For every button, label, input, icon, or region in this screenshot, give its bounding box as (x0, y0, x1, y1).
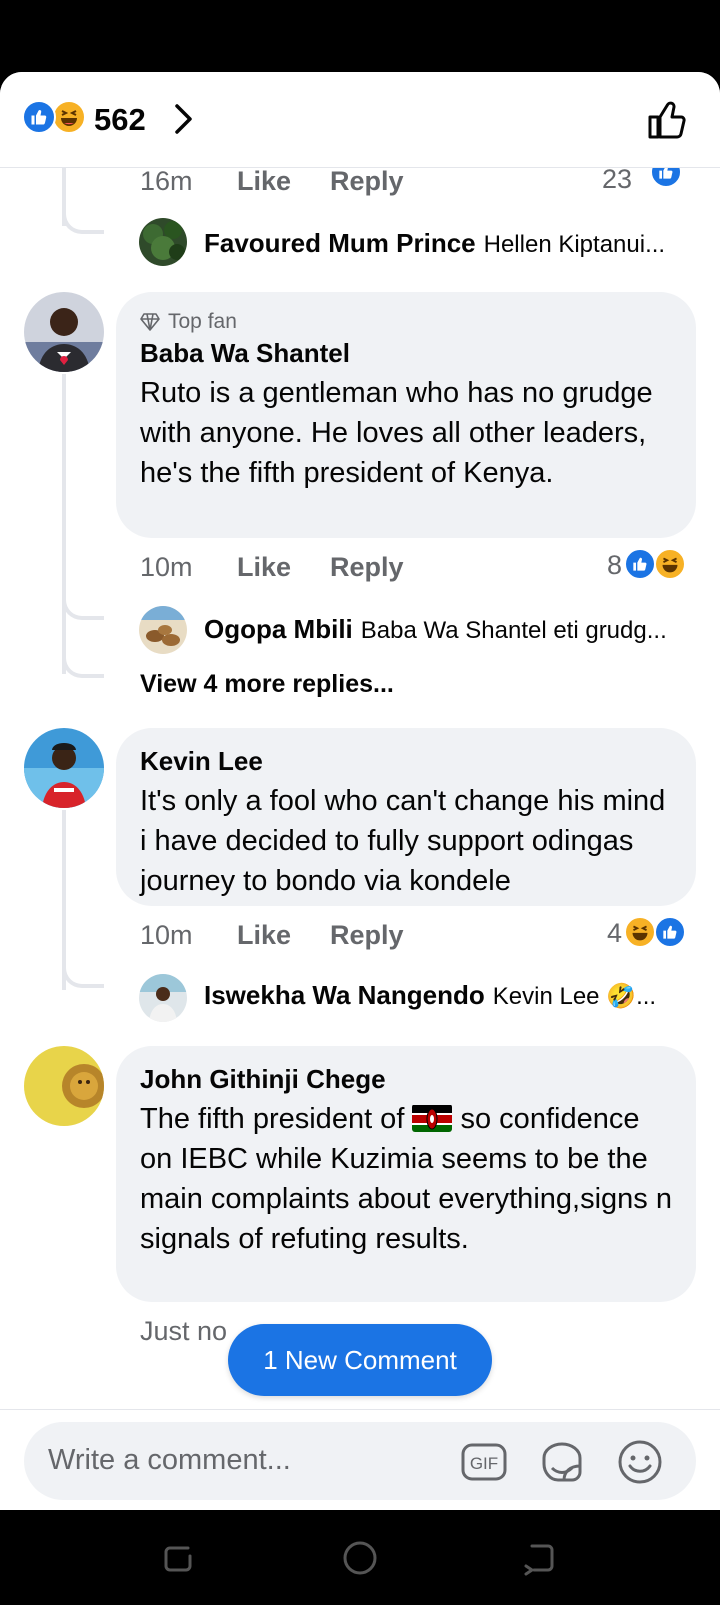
comment-actions: 16m Like Reply 23 (140, 168, 700, 202)
reply-author: Ogopa Mbili (204, 614, 353, 644)
reply-link[interactable]: Reply (330, 552, 404, 583)
sticker-icon[interactable] (538, 1438, 586, 1486)
reply-preview[interactable]: Favoured Mum Prince Hellen Kiptanui... (204, 228, 694, 268)
reaction-count[interactable]: 4 (607, 918, 622, 949)
kenya-flag-emoji (412, 1104, 453, 1132)
avatar[interactable] (24, 292, 104, 372)
home-icon[interactable] (342, 1540, 378, 1576)
like-link[interactable]: Like (237, 552, 291, 583)
avatar[interactable] (139, 974, 187, 1022)
thread-connector (62, 654, 104, 678)
haha-icon (654, 548, 686, 580)
comment-time: Just no (140, 1316, 228, 1346)
reaction-count[interactable]: 23 (602, 168, 632, 195)
status-bar (0, 0, 720, 72)
comment-bubble[interactable]: Top fan Baba Wa Shantel Ruto is a gentle… (116, 292, 696, 538)
thread-connector (62, 966, 104, 988)
recent-apps-icon[interactable] (160, 1540, 196, 1576)
gif-icon[interactable]: GIF (460, 1438, 508, 1486)
comment-author[interactable]: Baba Wa Shantel (140, 338, 672, 369)
comment-actions: 10m Like Reply 8 (140, 548, 700, 588)
reply-preview[interactable]: Ogopa Mbili Baba Wa Shantel eti grudg... (204, 614, 694, 654)
reaction-count[interactable]: 562 (94, 102, 146, 138)
system-navigation-bar (0, 1510, 720, 1605)
like-icon (624, 548, 656, 580)
like-icon (654, 916, 686, 948)
comments-sheet: 562 16m Like Reply 23 Favoured Mum Princ… (0, 72, 720, 1510)
comment-input[interactable]: Write a comment... GIF (24, 1422, 696, 1500)
emoji-icon[interactable] (616, 1438, 664, 1486)
reply-text: Baba Wa Shantel eti grudg... (360, 617, 667, 644)
comment-time: 16m (140, 168, 193, 196)
comment-bubble[interactable]: John Githinji Chege The fifth president … (116, 1046, 696, 1302)
reply-text: Hellen Kiptanui... (483, 231, 666, 258)
diamond-icon (140, 313, 160, 331)
view-more-replies-link[interactable]: View 4 more replies... (140, 670, 394, 699)
thread-connector (62, 598, 104, 620)
reply-preview[interactable]: Iswekha Wa Nangendo Kevin Lee 🤣... (204, 980, 694, 1020)
avatar[interactable] (24, 728, 104, 808)
like-button-icon[interactable] (646, 98, 690, 142)
thread-line (62, 374, 66, 674)
reply-text: Kevin Lee 🤣... (492, 983, 657, 1010)
comment-text: Ruto is a gentleman who has no grudge wi… (140, 377, 653, 489)
comment-composer: Write a comment... GIF (0, 1409, 720, 1510)
chevron-right-icon[interactable] (168, 102, 198, 136)
comment-bubble[interactable]: Kevin Lee It's only a fool who can't cha… (116, 728, 696, 906)
reaction-summary[interactable] (22, 100, 92, 136)
reply-link[interactable]: Reply (330, 920, 404, 951)
comment-placeholder: Write a comment... (48, 1444, 291, 1476)
top-fan-badge: Top fan (140, 310, 672, 334)
like-icon (650, 168, 682, 188)
comment-actions: 10m Like Reply 4 (140, 916, 700, 956)
like-link[interactable]: Like (237, 920, 291, 951)
thread-line (62, 810, 66, 990)
comment-time: 10m (140, 920, 193, 950)
like-icon (22, 100, 56, 134)
comment-text: It's only a fool who can't change his mi… (140, 785, 666, 897)
haha-icon (624, 916, 656, 948)
thread-connector (62, 212, 104, 234)
comment-author[interactable]: Kevin Lee (140, 746, 672, 777)
svg-text:GIF: GIF (470, 1454, 498, 1473)
comment-author[interactable]: John Githinji Chege (140, 1064, 672, 1095)
haha-icon (52, 100, 86, 134)
reply-author: Favoured Mum Prince (204, 228, 476, 258)
avatar[interactable] (139, 606, 187, 654)
reply-link[interactable]: Reply (330, 168, 404, 197)
like-link[interactable]: Like (237, 168, 291, 197)
reply-author: Iswekha Wa Nangendo (204, 980, 485, 1010)
reactions-header: 562 (0, 72, 720, 168)
comment-text: The fifth president of so confidence on … (140, 1103, 672, 1255)
reaction-count[interactable]: 8 (607, 550, 622, 581)
back-icon[interactable] (522, 1540, 558, 1576)
comment-list: 16m Like Reply 23 Favoured Mum Prince Hel… (0, 168, 720, 1480)
comment-time: 10m (140, 552, 193, 582)
new-comment-button[interactable]: 1 New Comment (228, 1324, 492, 1396)
avatar[interactable] (24, 1046, 104, 1126)
avatar[interactable] (139, 218, 187, 266)
